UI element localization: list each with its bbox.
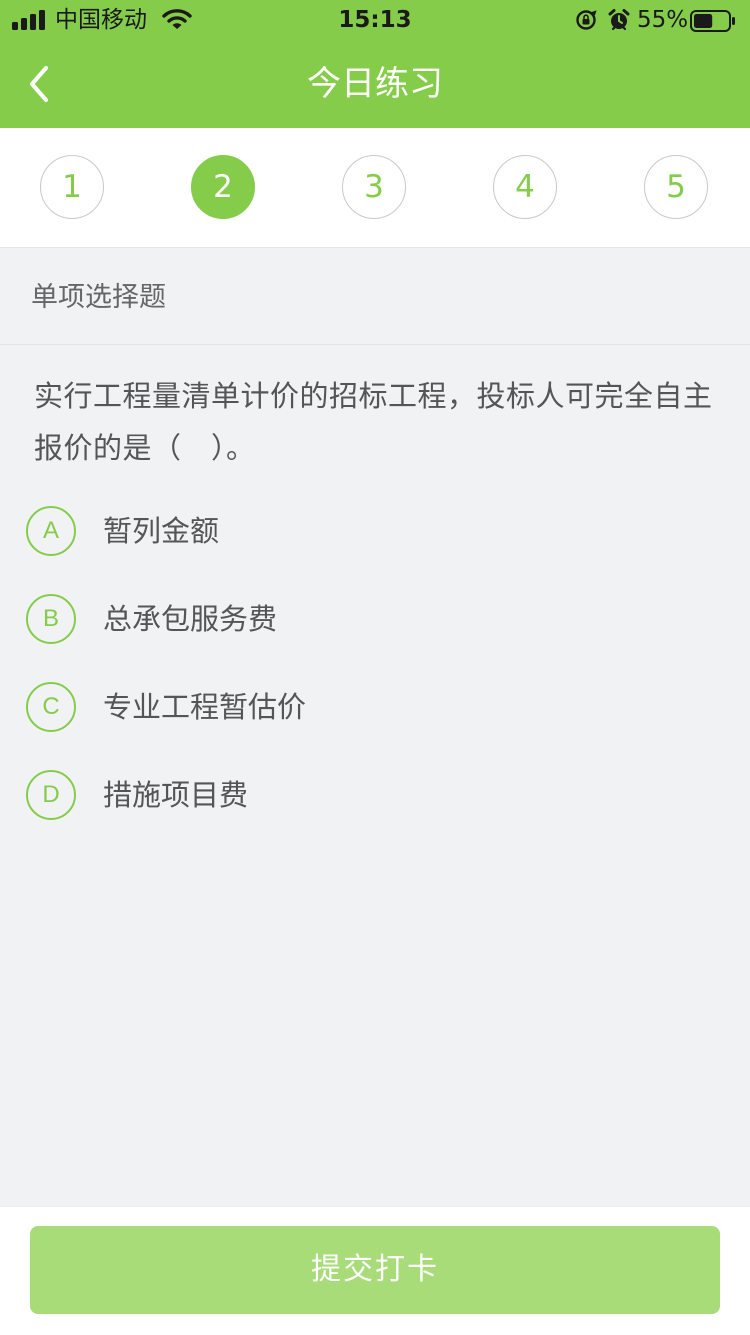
- question-step-indicator: 1 2 3 4 5: [0, 128, 750, 248]
- footer-bar: 提交打卡: [0, 1206, 750, 1335]
- question-type-label: 单项选择题: [31, 282, 166, 313]
- option-c-text: 专业工程暂估价: [103, 690, 307, 724]
- header: 中国移动 15:13 55% 今日练习: [0, 0, 750, 128]
- status-bar: 中国移动 15:13 55%: [0, 0, 750, 40]
- navigation-bar: 今日练习: [0, 40, 750, 128]
- step-3[interactable]: 3: [342, 155, 406, 219]
- step-4[interactable]: 4: [493, 155, 557, 219]
- option-a-letter: A: [26, 506, 76, 556]
- option-b-text: 总承包服务费: [103, 602, 278, 636]
- option-b[interactable]: B 总承包服务费: [26, 594, 626, 644]
- battery-icon: [690, 10, 735, 32]
- orientation-lock-icon: [576, 10, 597, 30]
- option-c[interactable]: C 专业工程暂估价: [26, 682, 626, 732]
- step-5[interactable]: 5: [644, 155, 708, 219]
- option-a-text: 暂列金额: [103, 514, 220, 548]
- option-d-letter: D: [26, 770, 76, 820]
- option-a[interactable]: A 暂列金额: [26, 506, 626, 556]
- submit-check-in-button[interactable]: 提交打卡: [30, 1226, 720, 1314]
- page-title: 今日练习: [307, 64, 443, 104]
- option-d[interactable]: D 措施项目费: [26, 770, 626, 820]
- question-text: 实行工程量清单计价的招标工程，投标人可完全自主报价的是（ ）。: [34, 379, 713, 465]
- step-1[interactable]: 1: [40, 155, 104, 219]
- battery-percentage: 55%: [637, 7, 689, 33]
- alarm-icon: [608, 9, 630, 31]
- option-b-letter: B: [26, 594, 76, 644]
- option-d-text: 措施项目费: [103, 778, 249, 812]
- option-c-letter: C: [26, 682, 76, 732]
- question-type-header: 单项选择题: [0, 248, 750, 345]
- step-2[interactable]: 2: [191, 155, 255, 219]
